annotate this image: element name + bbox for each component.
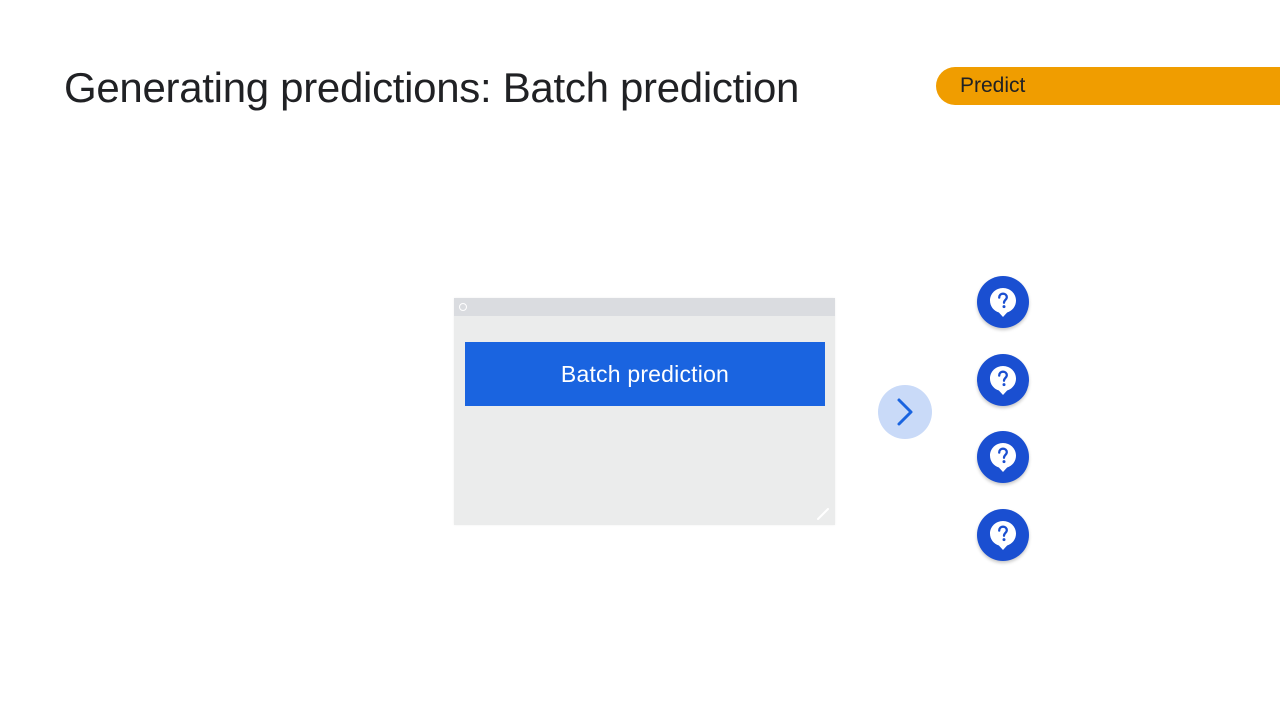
slide-title: Generating predictions: Batch prediction [64, 64, 800, 111]
prediction-item [977, 508, 1029, 561]
help-bubble-icon [990, 288, 1016, 317]
next-arrow [878, 385, 932, 439]
prediction-item [977, 431, 1029, 483]
prediction-item [977, 353, 1029, 406]
chevron-right-icon [897, 398, 913, 426]
batch-prediction-button[interactable]: Batch prediction [465, 342, 825, 406]
help-bubble-icon [990, 365, 1016, 395]
help-bubble-icon [990, 520, 1016, 550]
stage-tag: Predict [936, 67, 1280, 105]
help-bubble-icon [990, 443, 1016, 472]
circle-icon[interactable] [459, 303, 467, 311]
window-titlebar [454, 298, 835, 316]
stage-tag-label: Predict [960, 74, 1026, 97]
prediction-item [977, 276, 1029, 328]
resize-handle-icon[interactable] [817, 508, 829, 520]
batch-prediction-label: Batch prediction [560, 360, 730, 387]
app-window: Batch prediction [454, 298, 835, 525]
